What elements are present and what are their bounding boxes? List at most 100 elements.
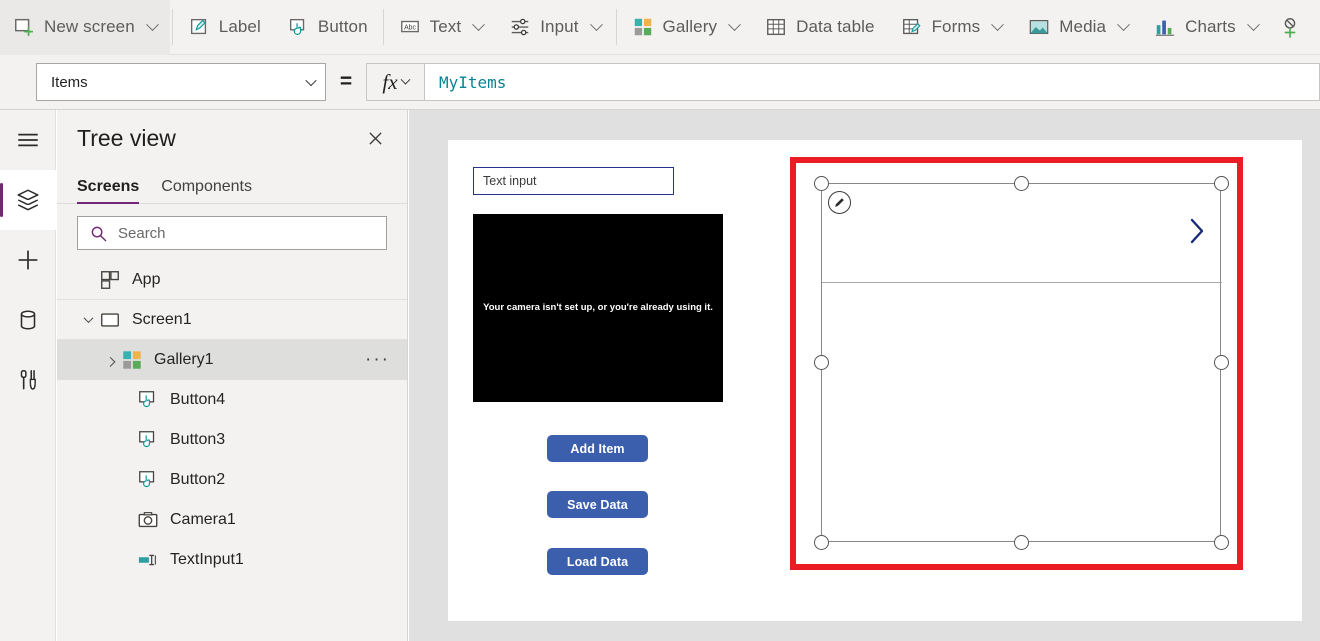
tree-node-gallery1[interactable]: Gallery1 ··· (57, 340, 407, 380)
chevron-down-icon (146, 18, 159, 31)
rail-hamburger-menu[interactable] (0, 110, 56, 170)
formula-input[interactable]: MyItems (424, 63, 1320, 101)
fx-button[interactable]: fx (366, 63, 424, 101)
formula-text: MyItems (439, 73, 506, 92)
chevron-down-icon (590, 18, 603, 31)
cmd-forms[interactable]: Forms (888, 0, 1016, 55)
powerapps-studio: New screen Label Button Abc Text (0, 0, 1320, 641)
fx-glyph: fx (382, 70, 397, 95)
canvas-text-input[interactable]: Text input (473, 167, 674, 195)
cmd-charts[interactable]: Charts (1141, 0, 1271, 55)
tab-components[interactable]: Components (161, 178, 252, 203)
resize-handle-top-right[interactable] (1214, 176, 1229, 191)
text-icon: Abc (399, 16, 421, 38)
cmd-input[interactable]: Input (496, 0, 613, 55)
rail-tree-view[interactable] (0, 170, 56, 230)
property-dropdown[interactable]: Items (36, 63, 326, 101)
tree-node-button4[interactable]: Button4 (57, 380, 407, 420)
cmd-button[interactable]: Button (274, 0, 381, 55)
hamburger-menu-icon (15, 127, 41, 153)
resize-handle-top-left[interactable] (814, 176, 829, 191)
cmd-gallery-label: Gallery (663, 17, 718, 37)
tree-node-label: Button3 (170, 431, 225, 449)
canvas-save-data-button[interactable]: Save Data (547, 491, 648, 518)
cmd-new-screen-label: New screen (44, 17, 135, 37)
search-placeholder: Search (118, 225, 166, 242)
toolbar-divider-2 (383, 9, 384, 45)
resize-handle-top-center[interactable] (1014, 176, 1029, 191)
tree-view-panel: Tree view Screens Components Search (57, 110, 408, 641)
cmd-label[interactable]: Label (175, 0, 274, 55)
data-table-icon (765, 16, 787, 38)
tree-view-icon (15, 187, 41, 213)
tree-view-header: Tree view (57, 110, 407, 166)
cmd-gallery[interactable]: Gallery (619, 0, 753, 55)
resize-handle-middle-left[interactable] (814, 355, 829, 370)
gallery-item-divider (822, 282, 1222, 283)
resize-handle-bottom-center[interactable] (1014, 535, 1029, 550)
canvas-camera-control[interactable]: Your camera isn't set up, or you're alre… (473, 214, 723, 402)
tree-node-screen1[interactable]: Screen1 (57, 300, 407, 340)
canvas-gallery1[interactable] (821, 183, 1221, 542)
property-dropdown-value: Items (51, 74, 303, 91)
data-icon (15, 307, 41, 333)
cmd-new-screen[interactable]: New screen (0, 0, 170, 55)
canvas-gallery1-selection[interactable] (790, 157, 1243, 570)
icons-icon (1279, 16, 1301, 38)
screen-icon (99, 309, 121, 331)
cmd-icons[interactable] (1271, 0, 1309, 55)
cmd-media[interactable]: Media (1015, 0, 1141, 55)
pencil-icon (833, 196, 846, 209)
tree-node-context-menu-button[interactable]: ··· (365, 349, 390, 371)
left-rail (0, 110, 56, 641)
resize-handle-middle-right[interactable] (1214, 355, 1229, 370)
text-input-icon (137, 549, 159, 571)
tree-node-camera1[interactable]: Camera1 (57, 500, 407, 540)
rail-insert[interactable] (0, 230, 56, 290)
gallery-icon (632, 16, 654, 38)
toolbar-divider (172, 9, 173, 45)
canvas-area[interactable]: Text input Your camera isn't set up, or … (409, 110, 1320, 641)
chevron-down-icon (400, 74, 410, 84)
camera-icon (137, 509, 159, 531)
tree-node-label: Button2 (170, 471, 225, 489)
chevron-down-icon (991, 18, 1004, 31)
resize-handle-bottom-left[interactable] (814, 535, 829, 550)
tree-list: App Screen1 (57, 260, 407, 580)
cmd-data-table-label: Data table (796, 17, 875, 37)
close-icon (368, 131, 383, 146)
rail-advanced-tools[interactable] (0, 350, 56, 410)
tree-node-button2[interactable]: Button2 (57, 460, 407, 500)
cmd-text-label: Text (430, 17, 462, 37)
resize-handle-bottom-right[interactable] (1214, 535, 1229, 550)
app-screen-canvas[interactable]: Text input Your camera isn't set up, or … (448, 140, 1302, 621)
tree-node-label: Screen1 (132, 311, 192, 329)
input-icon (509, 16, 531, 38)
canvas-load-data-button[interactable]: Load Data (547, 548, 648, 575)
cmd-data-table[interactable]: Data table (752, 0, 888, 55)
tree-node-textinput1[interactable]: TextInput1 (57, 540, 407, 580)
cmd-text[interactable]: Abc Text (386, 0, 497, 55)
chevron-down-icon (305, 75, 316, 86)
canvas-add-item-button[interactable]: Add Item (547, 435, 648, 462)
tree-node-label: App (132, 271, 160, 289)
chevron-right-icon[interactable] (1188, 216, 1206, 246)
search-container: Search (57, 204, 407, 260)
button-icon (137, 429, 159, 451)
tree-node-app[interactable]: App (57, 260, 407, 300)
tab-screens[interactable]: Screens (77, 178, 139, 203)
button-icon (137, 469, 159, 491)
charts-icon (1154, 16, 1176, 38)
search-input[interactable]: Search (77, 216, 387, 250)
rail-data[interactable] (0, 290, 56, 350)
tree-node-button3[interactable]: Button3 (57, 420, 407, 460)
close-panel-button[interactable] (359, 122, 391, 154)
twisty-gallery1[interactable] (99, 349, 121, 371)
gallery-edit-badge[interactable] (828, 191, 851, 214)
cmd-charts-label: Charts (1185, 17, 1236, 37)
cmd-button-text: Button (318, 17, 368, 37)
twisty-screen1[interactable] (77, 309, 99, 331)
formula-bar: Items = fx MyItems (0, 55, 1320, 110)
tree-node-label: Button4 (170, 391, 225, 409)
cmd-media-label: Media (1059, 17, 1106, 37)
